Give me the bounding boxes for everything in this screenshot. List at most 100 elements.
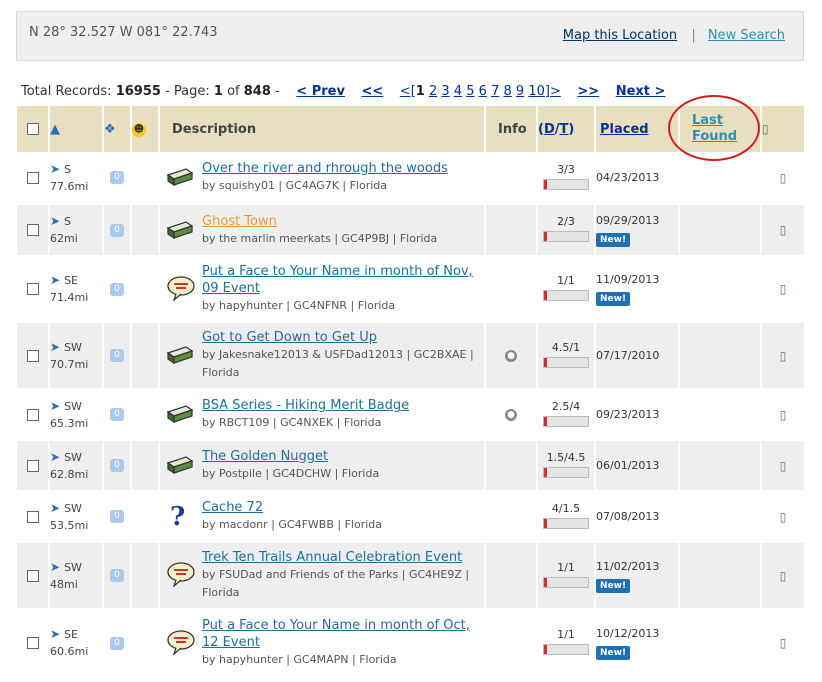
coordinates: N 28° 32.527 W 081° 22.743 bbox=[29, 25, 218, 40]
cache-title-link[interactable]: Cache 72 bbox=[202, 500, 263, 515]
direction-arrow-icon: ➤ bbox=[50, 339, 61, 354]
gps-download-icon[interactable]: ▯ bbox=[780, 569, 787, 583]
distance-label: 62mi bbox=[50, 232, 78, 245]
info-header-label: Info bbox=[498, 121, 527, 137]
row-checkbox[interactable] bbox=[26, 408, 39, 421]
placed-cell: 06/01/2013 bbox=[596, 441, 680, 492]
page-number-link[interactable]: 7 bbox=[491, 84, 499, 99]
favorites-cell: 0 bbox=[104, 441, 132, 492]
cache-title-link[interactable]: Put a Face to Your Name in month of Nov,… bbox=[202, 264, 473, 296]
found-cell bbox=[132, 492, 160, 543]
row-checkbox[interactable] bbox=[26, 510, 39, 523]
cache-byline: by Jakesnake12013 & USFDad12013 | GC2BXA… bbox=[202, 348, 474, 379]
cache-title-link[interactable]: Over the river and rhrough the woods bbox=[202, 161, 448, 176]
description-cell: Ghost Town by the marlin meerkats | GC4P9… bbox=[160, 205, 486, 257]
found-header[interactable]: ☻ bbox=[132, 106, 160, 152]
distance-label: 70.7mi bbox=[50, 357, 89, 371]
link-separator: | bbox=[691, 28, 696, 43]
total-label: Total Records: bbox=[21, 84, 112, 99]
distance-label: 48mi bbox=[50, 577, 78, 591]
gps-download-icon[interactable]: ▯ bbox=[780, 636, 787, 650]
last-found-sort-link[interactable]: Last Found bbox=[686, 113, 760, 145]
cache-title-link[interactable]: The Golden Nugget bbox=[202, 449, 328, 464]
next-page-link[interactable]: Next > bbox=[616, 84, 666, 99]
gps-download-icon[interactable]: ▯ bbox=[780, 459, 787, 473]
cache-title-link[interactable]: Put a Face to Your Name in month of Oct,… bbox=[202, 618, 470, 650]
row-checkbox[interactable] bbox=[26, 283, 39, 295]
dt-rating: 2/3 bbox=[557, 215, 575, 228]
description-cell: Put a Face to Your Name in month of Nov,… bbox=[160, 257, 486, 323]
first-page-link[interactable]: << bbox=[361, 84, 383, 99]
table-row: ➤ SW 65.3mi 0 BSA Series - Hiking Merit Badg… bbox=[17, 390, 804, 441]
distance-label: 65.3mi bbox=[50, 416, 89, 430]
page-number-link[interactable]: 1 bbox=[416, 84, 425, 99]
favorites-header[interactable]: ❖ bbox=[104, 106, 132, 152]
favorites-cell: 0 bbox=[104, 610, 132, 678]
gps-download-icon[interactable]: ▯ bbox=[780, 223, 787, 237]
last-page-link[interactable]: >> bbox=[577, 84, 599, 99]
page-number-link[interactable]: 2 bbox=[429, 84, 437, 99]
cache-title-link[interactable]: Got to Get Down to Get Up bbox=[202, 330, 377, 345]
dt-rating: 1/1 bbox=[557, 274, 575, 287]
info-cell bbox=[486, 152, 538, 205]
row-checkbox[interactable] bbox=[26, 459, 39, 472]
table-row: ➤ S 62mi 0 Ghost Town by the marlin meerkats … bbox=[17, 205, 804, 257]
cache-title-link[interactable]: Trek Ten Trails Annual Celebration Event bbox=[202, 550, 462, 565]
dt-close-paren: ) bbox=[568, 121, 575, 137]
ribbon-icon: ❖ bbox=[104, 121, 116, 137]
page-number-link[interactable]: 3 bbox=[441, 84, 449, 99]
page-number-link[interactable]: 10 bbox=[528, 84, 545, 99]
placed-date: 04/23/2013 bbox=[596, 170, 660, 184]
row-checkbox[interactable] bbox=[26, 349, 39, 362]
cache-title-link[interactable]: Ghost Town bbox=[202, 214, 277, 229]
gps-download-icon[interactable]: ▯ bbox=[780, 349, 787, 363]
location-links: Map this Location | New Search bbox=[563, 28, 785, 43]
gps-download-icon[interactable]: ▯ bbox=[780, 408, 787, 422]
page-number-link[interactable]: 5 bbox=[466, 84, 474, 99]
row-checkbox[interactable] bbox=[26, 171, 39, 184]
select-all-checkbox[interactable] bbox=[26, 123, 39, 135]
favorite-count: 0 bbox=[110, 282, 124, 296]
placed-sort-link[interactable]: Placed bbox=[596, 122, 649, 137]
download-cell: ▯ bbox=[762, 492, 804, 543]
direction-header[interactable]: ▲ bbox=[50, 106, 104, 152]
page-number-link[interactable]: 6 bbox=[479, 84, 487, 99]
select-all-cell bbox=[17, 106, 50, 152]
new-badge: New! bbox=[596, 292, 631, 306]
map-location-link[interactable]: Map this Location bbox=[563, 28, 677, 43]
of-label: of bbox=[227, 84, 240, 99]
svg-text:?: ? bbox=[170, 502, 185, 529]
new-badge: New! bbox=[596, 578, 631, 593]
dt-rating-bar bbox=[543, 178, 589, 190]
page-number-link[interactable]: 4 bbox=[454, 84, 462, 99]
favorites-cell: 0 bbox=[104, 152, 132, 205]
row-checkbox[interactable] bbox=[26, 224, 39, 236]
dt-rating-bar bbox=[543, 644, 589, 655]
row-checkbox[interactable] bbox=[26, 637, 39, 649]
gps-download-icon[interactable]: ▯ bbox=[780, 510, 787, 524]
new-search-link[interactable]: New Search bbox=[708, 28, 785, 43]
cache-title-link[interactable]: BSA Series - Hiking Merit Badge bbox=[202, 398, 409, 413]
prev-page-link[interactable]: < Prev bbox=[296, 84, 345, 99]
description-header-label: Description bbox=[172, 121, 257, 137]
page-number-link[interactable]: 9 bbox=[516, 84, 524, 99]
placed-date: 07/17/2010 bbox=[596, 348, 660, 362]
direction-arrow-icon: ➤ bbox=[50, 161, 61, 176]
page-number-link[interactable]: 8 bbox=[503, 84, 511, 99]
placed-cell: 04/23/2013 bbox=[596, 152, 680, 205]
placed-cell: 07/08/2013 bbox=[596, 492, 680, 543]
bracket-open[interactable]: <[ bbox=[400, 84, 416, 99]
gps-download-icon[interactable]: ▯ bbox=[762, 122, 769, 136]
gps-download-icon[interactable]: ▯ bbox=[780, 282, 787, 296]
pagination-bar: Total Records: 16955 - Page: 1 of 848 - … bbox=[21, 84, 665, 99]
row-checkbox[interactable] bbox=[26, 569, 39, 582]
table-row: ➤ S 77.6mi 0 Over the river and rhrough the … bbox=[17, 152, 804, 205]
select-cell bbox=[17, 390, 50, 441]
dt-rating-bar bbox=[543, 231, 589, 242]
gps-download-icon[interactable]: ▯ bbox=[780, 171, 787, 185]
direction-arrow-icon: ➤ bbox=[50, 273, 61, 287]
difficulty-sort-link[interactable]: D bbox=[544, 122, 555, 137]
bracket-close[interactable]: ]> bbox=[545, 84, 561, 99]
download-cell: ▯ bbox=[762, 543, 804, 610]
distance-label: 71.4mi bbox=[50, 291, 89, 304]
